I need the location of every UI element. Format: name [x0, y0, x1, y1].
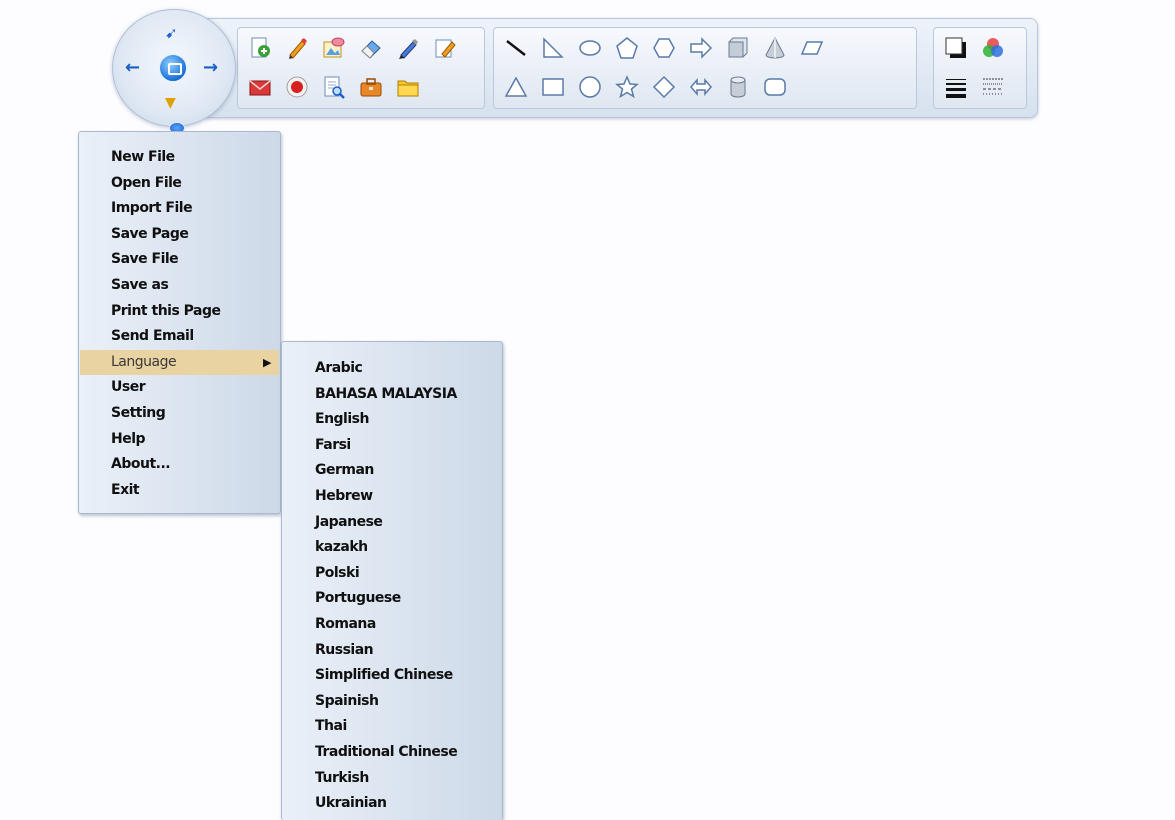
menu-item-new-file[interactable]: New File — [80, 145, 279, 170]
language-item-thai[interactable]: Thai — [283, 714, 501, 739]
menu-item-help[interactable]: Help — [80, 427, 279, 452]
language-item-arabic[interactable]: Arabic — [283, 356, 501, 381]
language-item-traditional-chinese[interactable]: Traditional Chinese — [283, 740, 501, 765]
record-icon[interactable] — [281, 72, 312, 102]
move-icon[interactable]: ➹ — [165, 24, 178, 42]
menu-item-about[interactable]: About... — [80, 452, 279, 477]
line-style-icon[interactable] — [977, 72, 1008, 102]
rounded-rectangle-icon[interactable] — [759, 72, 790, 102]
language-item-kazakh[interactable]: kazakh — [283, 535, 501, 560]
folder-icon[interactable] — [392, 72, 423, 102]
double-arrow-icon[interactable] — [685, 72, 716, 102]
diamond-icon[interactable] — [648, 72, 679, 102]
cube-icon[interactable] — [722, 33, 753, 63]
language-item-polski[interactable]: Polski — [283, 561, 501, 586]
ellipse-icon[interactable] — [574, 33, 605, 63]
cone-icon[interactable] — [759, 33, 790, 63]
submenu-arrow-icon: ▶ — [263, 355, 271, 369]
menu-button-icon[interactable] — [158, 53, 188, 83]
menu-item-language-label: Language — [111, 353, 177, 370]
language-item-spanish[interactable]: Spainish — [283, 689, 501, 714]
style-group — [933, 27, 1027, 109]
search-document-icon[interactable] — [318, 72, 349, 102]
marker-icon[interactable] — [392, 33, 423, 63]
triangle-icon[interactable] — [500, 72, 531, 102]
menu-item-setting[interactable]: Setting — [80, 401, 279, 426]
language-item-turkish[interactable]: Turkish — [283, 766, 501, 791]
edit-icon[interactable] — [429, 33, 460, 63]
file-menu: New File Open File Import File Save Page… — [78, 131, 281, 514]
menu-item-save-file[interactable]: Save File — [80, 247, 279, 272]
toolbox-icon[interactable] — [355, 72, 386, 102]
rectangle-icon[interactable] — [537, 72, 568, 102]
mail-icon[interactable] — [244, 72, 275, 102]
menu-item-language[interactable]: Language ▶ — [80, 349, 279, 375]
shapes-group — [493, 27, 917, 109]
color-palette-icon[interactable] — [977, 33, 1008, 63]
language-item-english[interactable]: English — [283, 407, 501, 432]
menu-item-print-page[interactable]: Print this Page — [80, 299, 279, 324]
right-arrow-nav-icon[interactable]: → — [203, 59, 218, 77]
parallelogram-icon[interactable] — [796, 33, 827, 63]
new-page-icon[interactable] — [244, 33, 275, 63]
right-triangle-icon[interactable] — [537, 33, 568, 63]
menu-item-save-as[interactable]: Save as — [80, 273, 279, 298]
left-arrow-icon[interactable]: ← — [125, 59, 140, 77]
language-item-hebrew[interactable]: Hebrew — [283, 484, 501, 509]
menu-item-save-page[interactable]: Save Page — [80, 222, 279, 247]
drawing-toolbar — [200, 18, 1038, 118]
menu-item-exit[interactable]: Exit — [80, 478, 279, 503]
star-icon[interactable] — [611, 72, 642, 102]
language-item-ukrainian[interactable]: Ukrainian — [283, 791, 501, 816]
chevron-down-icon[interactable]: ▼ — [165, 96, 176, 110]
eraser-icon[interactable] — [355, 33, 386, 63]
language-item-romana[interactable]: Romana — [283, 612, 501, 637]
shadow-icon[interactable] — [940, 33, 971, 63]
navigation-dial[interactable]: ➹ ← → ▼ — [112, 9, 236, 127]
insert-image-icon[interactable] — [318, 33, 349, 63]
tools-group — [237, 27, 485, 109]
right-arrow-icon[interactable] — [685, 33, 716, 63]
circle-icon[interactable] — [574, 72, 605, 102]
language-item-russian[interactable]: Russian — [283, 638, 501, 663]
menu-item-import-file[interactable]: Import File — [80, 196, 279, 221]
pentagon-icon[interactable] — [611, 33, 642, 63]
language-item-japanese[interactable]: Japanese — [283, 510, 501, 535]
language-item-farsi[interactable]: Farsi — [283, 433, 501, 458]
hexagon-icon[interactable] — [648, 33, 679, 63]
menu-item-send-email[interactable]: Send Email — [80, 324, 279, 349]
line-icon[interactable] — [500, 33, 531, 63]
language-item-bahasa-malaysia[interactable]: BAHASA MALAYSIA — [283, 382, 501, 407]
line-thickness-icon[interactable] — [940, 72, 971, 102]
language-item-simplified-chinese[interactable]: Simplified Chinese — [283, 663, 501, 688]
pencil-icon[interactable] — [281, 33, 312, 63]
cylinder-icon[interactable] — [722, 72, 753, 102]
language-item-german[interactable]: German — [283, 458, 501, 483]
menu-item-open-file[interactable]: Open File — [80, 171, 279, 196]
language-submenu: Arabic BAHASA MALAYSIA English Farsi Ger… — [281, 341, 503, 820]
language-item-portuguese[interactable]: Portuguese — [283, 586, 501, 611]
menu-item-user[interactable]: User — [80, 375, 279, 400]
